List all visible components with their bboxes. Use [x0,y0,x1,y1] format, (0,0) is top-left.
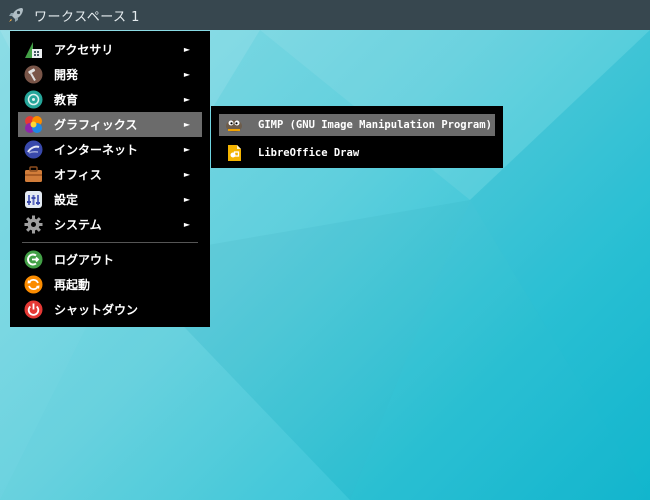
reboot-icon [24,275,43,294]
menu-item-graphics[interactable]: グラフィックス ► [18,112,202,137]
submenu-arrow-icon: ► [183,220,190,229]
submenu-arrow-icon: ► [183,195,190,204]
office-icon [24,165,43,184]
submenu-arrow-icon: ► [183,120,190,129]
menu-item-office[interactable]: オフィス ► [18,162,202,187]
gimp-icon [225,116,243,134]
menu-item-accessories[interactable]: アクセサリ ► [18,37,202,62]
menu-item-label: 再起動 [54,278,91,292]
submenu-item-gimp[interactable]: GIMP (GNU Image Manipulation Program) [219,114,495,136]
development-icon [24,65,43,84]
menu-item-label: オフィス [54,168,102,182]
application-menu: アクセサリ ► 開発 ► 教育 ► グラフィックス ► インターネット ► オフ… [10,31,210,327]
menu-item-education[interactable]: 教育 ► [18,87,202,112]
menu-item-internet[interactable]: インターネット ► [18,137,202,162]
menu-item-development[interactable]: 開発 ► [18,62,202,87]
menu-item-shutdown[interactable]: シャットダウン [18,297,202,322]
top-panel: ワークスペース 1 [0,0,650,30]
rocket-icon[interactable] [6,5,26,25]
submenu-arrow-icon: ► [183,45,190,54]
menu-item-system[interactable]: システム ► [18,212,202,237]
internet-icon [24,140,43,159]
submenu-item-label: LibreOffice Draw [258,147,360,159]
shutdown-icon [24,300,43,319]
logout-icon [24,250,43,269]
settings-icon [24,190,43,209]
menu-item-label: 設定 [54,193,79,207]
submenu-arrow-icon: ► [183,95,190,104]
menu-item-reboot[interactable]: 再起動 [18,272,202,297]
menu-item-label: インターネット [54,143,139,157]
submenu-item-label: GIMP (GNU Image Manipulation Program) [258,119,492,131]
menu-item-logout[interactable]: ログアウト [18,247,202,272]
libreoffice-draw-icon [225,144,243,162]
accessories-icon [24,40,43,59]
system-icon [24,215,43,234]
menu-item-label: シャットダウン [54,303,139,317]
submenu-arrow-icon: ► [183,145,190,154]
submenu-arrow-icon: ► [183,70,190,79]
submenu-arrow-icon: ► [183,170,190,179]
menu-item-label: 開発 [54,68,79,82]
menu-item-settings[interactable]: 設定 ► [18,187,202,212]
education-icon [24,90,43,109]
menu-item-label: ログアウト [54,253,115,267]
menu-item-label: グラフィックス [54,118,138,132]
graphics-submenu: GIMP (GNU Image Manipulation Program) Li… [211,106,503,168]
submenu-item-libreoffice-draw[interactable]: LibreOffice Draw [219,142,495,164]
graphics-icon [24,115,43,134]
menu-item-label: システム [54,218,102,232]
menu-item-label: 教育 [54,93,79,107]
menu-separator [22,242,198,243]
menu-item-label: アクセサリ [54,43,114,57]
workspace-label[interactable]: ワークスペース 1 [34,6,140,25]
